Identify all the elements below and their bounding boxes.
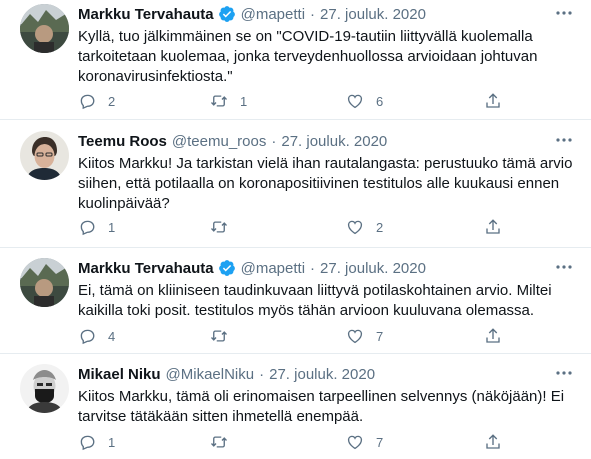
retweet-icon — [211, 95, 227, 107]
like-count: 7 — [376, 328, 384, 344]
tweet-text-line: Kiitos Markku! Ja tarkistan vielä ihan r… — [78, 155, 573, 172]
divider — [0, 353, 591, 354]
divider — [0, 247, 591, 248]
separator-dot: · — [259, 365, 265, 383]
tweet-text-line: Kiitos Markku, tämä oli erinomaisen tarp… — [78, 388, 565, 405]
reply-icon — [80, 94, 95, 110]
author-name[interactable]: Markku Tervahauta — [78, 6, 214, 23]
like-button[interactable]: 7 — [346, 432, 383, 452]
tweet-text: Kiitos Markku! Ja tarkistan vielä ihan r… — [78, 154, 574, 214]
like-button[interactable]: 7 — [346, 326, 383, 346]
author-handle[interactable]: @mapetti — [241, 260, 305, 277]
reply-icon — [80, 329, 95, 345]
tweet[interactable]: Teemu Roos @teemu_roos · 27. jouluk. 202… — [0, 131, 591, 248]
tweet-date[interactable]: 27. jouluk. 2020 — [320, 260, 426, 277]
tweet-text-line: tarvitse tätäkään sitten ihmetellä enemp… — [78, 408, 364, 425]
reply-button[interactable]: 1 — [78, 432, 115, 452]
retweet-icon — [211, 221, 227, 233]
retweet-button[interactable] — [210, 432, 240, 452]
separator-dot: · — [310, 5, 316, 23]
tweet-text-line: kuolinpäivää? — [78, 195, 170, 212]
verified-badge-icon — [218, 259, 236, 277]
reply-icon — [80, 220, 95, 236]
like-count: 7 — [376, 434, 384, 450]
share-button[interactable] — [484, 217, 502, 237]
tweet-text-line: Ei, tämä on kliiniseen taudinkuvaan liit… — [78, 282, 552, 299]
retweet-button[interactable]: 1 — [210, 91, 247, 111]
verified-badge-icon — [218, 5, 236, 23]
tweet-text: Ei, tämä on kliiniseen taudinkuvaan liit… — [78, 281, 574, 321]
tweet-text-line: tarkoitetaan kuolemaa, jonka terveydenhu… — [78, 48, 538, 65]
reply-count: 1 — [108, 219, 116, 235]
author-name[interactable]: Mikael Niku — [78, 366, 161, 383]
avatar[interactable] — [20, 258, 69, 307]
retweet-icon — [211, 436, 227, 448]
tweet[interactable]: Markku Tervahauta @mapetti · 27. jouluk.… — [0, 258, 591, 354]
share-icon — [486, 434, 500, 449]
avatar[interactable] — [20, 364, 69, 413]
retweet-count: 1 — [240, 93, 248, 109]
divider — [0, 119, 591, 120]
reply-count: 1 — [108, 434, 116, 450]
tweet-date[interactable]: 27. jouluk. 2020 — [281, 133, 387, 150]
reply-button[interactable]: 2 — [78, 91, 115, 111]
tweet-text: Kiitos Markku, tämä oli erinomaisen tarp… — [78, 387, 574, 427]
share-button[interactable] — [484, 91, 502, 111]
reply-icon — [80, 435, 95, 451]
tweet-text-line: siihen, että potilaalla on koronapositii… — [78, 175, 560, 192]
author-name[interactable]: Markku Tervahauta — [78, 260, 214, 277]
tweet[interactable]: Markku Tervahauta @mapetti · 27. jouluk.… — [0, 4, 591, 120]
like-count: 6 — [376, 93, 384, 109]
tweet[interactable]: Mikael Niku @MikaelNiku · 27. jouluk. 20… — [0, 364, 591, 459]
author-name[interactable]: Teemu Roos — [78, 133, 167, 150]
more-icon[interactable] — [555, 133, 573, 147]
tweet-text-line: koronavirusinfektiosta." — [78, 68, 233, 85]
tweet-date[interactable]: 27. jouluk. 2020 — [269, 366, 375, 383]
author-handle[interactable]: @mapetti — [241, 6, 305, 23]
avatar[interactable] — [20, 131, 69, 180]
more-icon[interactable] — [555, 366, 573, 380]
tweet-actions: 2 1 6 — [78, 91, 508, 111]
author-handle[interactable]: @teemu_roos — [172, 133, 266, 150]
share-button[interactable] — [484, 326, 502, 346]
share-icon — [486, 93, 500, 108]
retweet-icon — [211, 330, 227, 342]
reply-count: 4 — [108, 328, 116, 344]
heart-icon — [347, 329, 363, 344]
retweet-button[interactable] — [210, 217, 240, 237]
author-handle[interactable]: @MikaelNiku — [166, 366, 255, 383]
tweet-text-line: Kyllä, tuo jälkimmäinen se on "COVID-19-… — [78, 28, 533, 45]
heart-icon — [347, 220, 363, 235]
heart-icon — [347, 94, 363, 109]
more-icon[interactable] — [555, 6, 573, 20]
separator-dot: · — [271, 132, 277, 150]
retweet-button[interactable] — [210, 326, 240, 346]
like-button[interactable]: 6 — [346, 91, 383, 111]
reply-button[interactable]: 4 — [78, 326, 115, 346]
tweet-actions: 1 2 — [78, 217, 508, 237]
heart-icon — [347, 435, 363, 450]
separator-dot: · — [310, 259, 316, 277]
tweet-actions: 1 7 — [78, 432, 508, 452]
like-count: 2 — [376, 219, 384, 235]
tweet-text-line: kaikilla toki posit. testitulos myös täh… — [78, 302, 535, 319]
tweet-actions: 4 7 — [78, 326, 508, 346]
tweet-date[interactable]: 27. jouluk. 2020 — [320, 6, 426, 23]
reply-count: 2 — [108, 93, 116, 109]
tweet-text: Kyllä, tuo jälkimmäinen se on "COVID-19-… — [78, 27, 574, 87]
more-icon[interactable] — [555, 260, 573, 274]
share-icon — [486, 219, 500, 234]
like-button[interactable]: 2 — [346, 217, 383, 237]
share-icon — [486, 328, 500, 343]
avatar[interactable] — [20, 4, 69, 53]
reply-button[interactable]: 1 — [78, 217, 115, 237]
share-button[interactable] — [484, 432, 502, 452]
